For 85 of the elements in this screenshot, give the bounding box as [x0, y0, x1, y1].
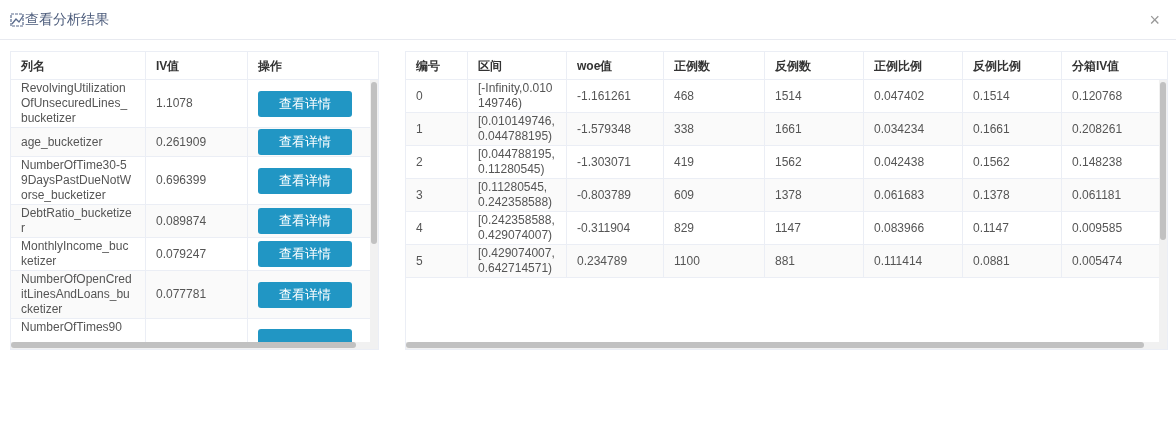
column-header: 反例比例: [973, 57, 1021, 75]
scrollbar-thumb[interactable]: [406, 342, 1144, 348]
table-cell: 1147: [775, 220, 801, 236]
table-cell: 0.083966: [874, 220, 925, 236]
table-cell: 0.1661: [973, 121, 1010, 137]
table-cell: 0.208261: [1072, 121, 1123, 137]
table-cell: 1.1078: [156, 96, 193, 111]
table-cell: 1: [416, 121, 423, 137]
column-header: 操作: [258, 57, 282, 75]
chart-icon: [10, 12, 24, 27]
column-header: 列名: [21, 57, 45, 75]
table-cell: NumberOfTime30-59DaysPastDueNotWorse_bucketizer: [21, 158, 133, 203]
table-cell: 419: [674, 154, 695, 170]
table-cell: [0.429074007,0.642714571): [478, 246, 556, 276]
view-details-button[interactable]: 查看详情: [258, 208, 352, 234]
table-cell: 2: [416, 154, 423, 170]
table-cell: [0.010149746,0.044788195): [478, 114, 556, 144]
table-cell: 0.089874: [156, 213, 207, 229]
table-cell: 0.120768: [1072, 88, 1123, 104]
table-cell: -0.803789: [577, 187, 632, 203]
table-cell: 0.1378: [973, 187, 1010, 203]
table-cell: 0.005474: [1072, 253, 1123, 269]
table-cell: 0.077781: [156, 287, 207, 302]
column-header: 编号: [416, 57, 440, 75]
close-button[interactable]: ×: [1149, 10, 1160, 29]
table-cell: 0.061683: [874, 187, 925, 203]
table-cell: 4: [416, 220, 423, 236]
column-header: 正例数: [674, 57, 710, 75]
column-header: 区间: [478, 57, 502, 75]
table-cell: -1.161261: [577, 88, 632, 104]
table-cell: 0.1562: [973, 154, 1010, 170]
window-title: 查看分析结果: [25, 10, 109, 29]
table-cell: 609: [674, 187, 695, 203]
view-details-button[interactable]: 查看详情: [258, 281, 352, 308]
table-cell: 0: [416, 88, 423, 104]
table-cell: 0.1147: [973, 220, 1009, 236]
table-cell: 0.261909: [156, 134, 207, 150]
scrollbar-thumb[interactable]: [371, 82, 377, 244]
view-details-button[interactable]: 查看详情: [258, 167, 352, 194]
table-cell: 1378: [775, 187, 802, 203]
table-cell: 0.042438: [874, 154, 925, 170]
table-cell: 5: [416, 253, 423, 269]
scrollbar-thumb[interactable]: [1160, 82, 1166, 240]
table-cell: 1661: [775, 121, 802, 137]
table-cell: DebtRatio_bucketizer: [21, 206, 133, 236]
table-cell: NumberOfTimes90: [21, 320, 122, 335]
table-cell: 0.009585: [1072, 220, 1123, 236]
table-cell: 0.061181: [1072, 187, 1122, 203]
table-cell: 0.1514: [973, 88, 1010, 104]
table-cell: -1.579348: [577, 121, 632, 137]
view-details-button[interactable]: 查看详情: [258, 241, 352, 267]
table-cell: 1100: [674, 253, 700, 269]
table-cell: 0.234789: [577, 253, 628, 269]
table-cell: 1514: [775, 88, 802, 104]
table-cell: 338: [674, 121, 695, 137]
table-cell: 1562: [775, 154, 802, 170]
column-header: woe值: [577, 57, 613, 75]
table-cell: 468: [674, 88, 695, 104]
table-cell: [0.044788195,0.11280545): [478, 147, 556, 177]
table-cell: [0.242358588,0.429074007): [478, 213, 556, 243]
table-cell: 0.034234: [874, 121, 925, 137]
table-cell: -0.311904: [577, 220, 631, 236]
table-cell: 0.696399: [156, 173, 207, 188]
view-details-button[interactable]: 查看详情: [258, 129, 352, 155]
table-cell-text: MonthlyIncome_bucketizer: [21, 239, 130, 269]
table-cell: 3: [416, 187, 423, 203]
table-cell: 881: [775, 253, 796, 269]
column-header: 分箱IV值: [1072, 57, 1120, 75]
column-header: 反例数: [775, 57, 811, 75]
column-header: IV值: [156, 57, 180, 75]
table-cell: 0.111414: [874, 253, 923, 269]
table-cell: 0.148238: [1072, 154, 1123, 170]
table-cell: 0.0881: [973, 253, 1010, 269]
table-cell: -1.303071: [577, 154, 632, 170]
table-cell: age_bucketizer: [21, 134, 103, 150]
table-cell: 0.079247: [156, 246, 207, 262]
table-cell-text: [0.11280545, 0.242358588): [478, 180, 554, 210]
column-header: 正例比例: [874, 57, 922, 75]
table-cell: NumberOfOpenCreditLinesAndLoans_bucketizer: [21, 272, 133, 317]
table-cell-text: RevolvingUtilizationOfUnsecuredLines_bucketizer: [21, 81, 129, 126]
table-cell: 0.047402: [874, 88, 925, 104]
view-details-button[interactable]: 查看详情: [258, 90, 352, 117]
table-cell-text: [-Infinity,0.010149746): [478, 81, 554, 111]
scrollbar-thumb[interactable]: [11, 342, 356, 348]
table-cell: 829: [674, 220, 695, 236]
